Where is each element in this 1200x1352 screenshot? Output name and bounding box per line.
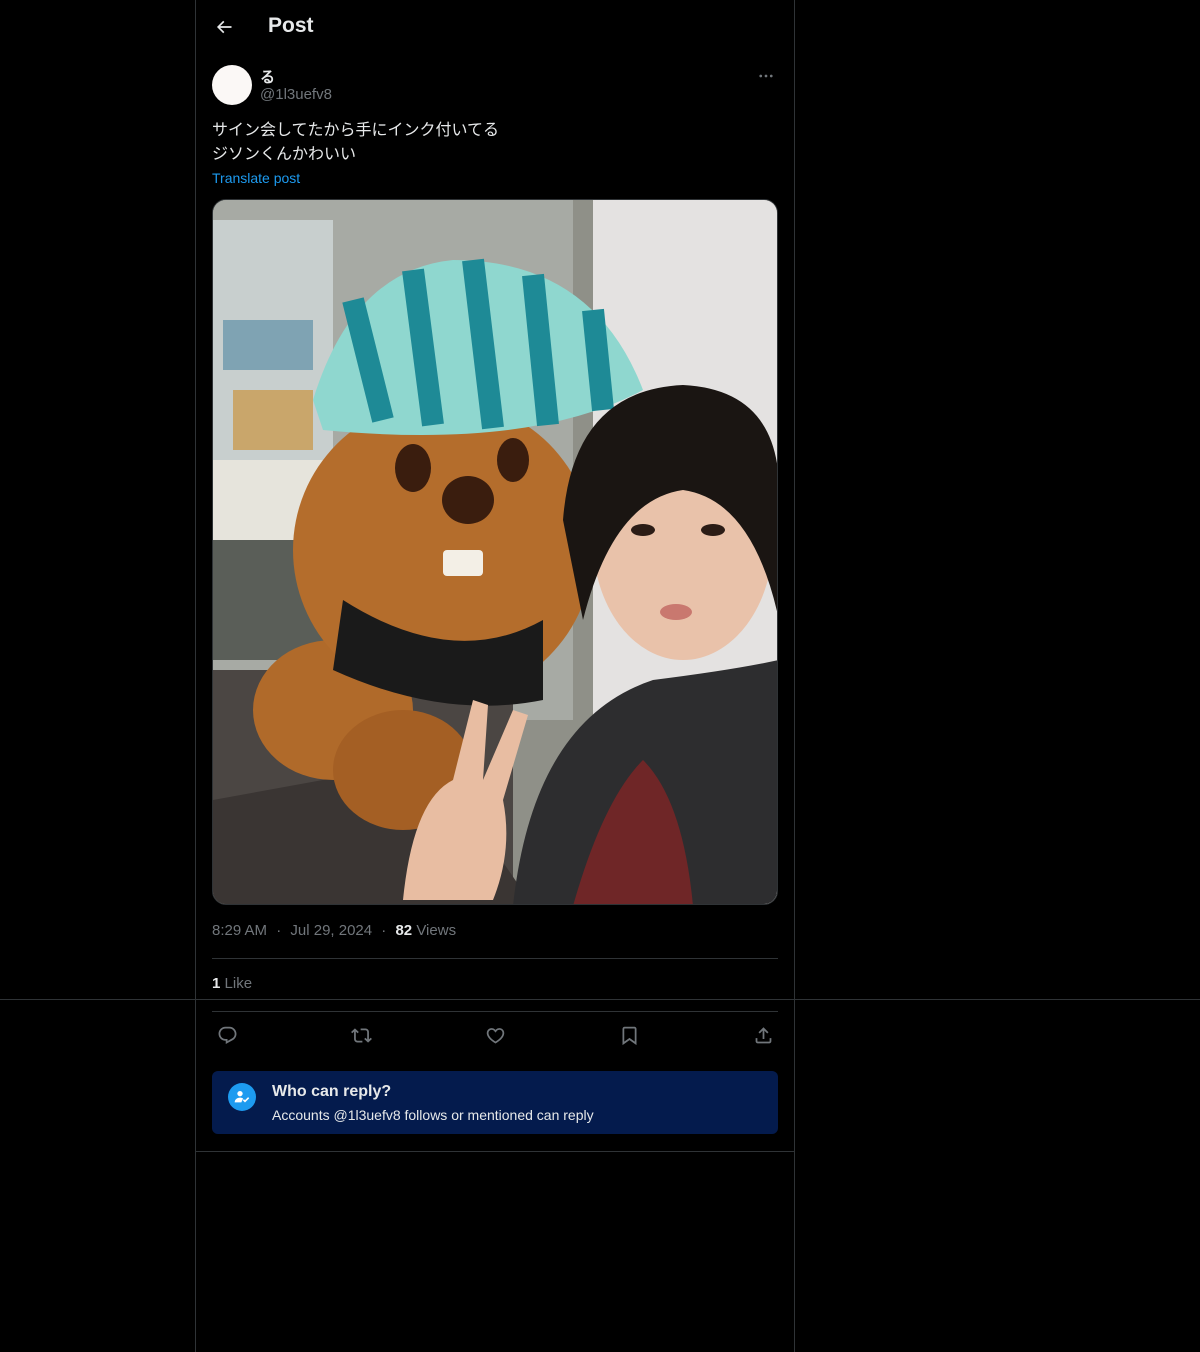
- divider: [212, 1011, 778, 1012]
- user-check-icon: [234, 1091, 250, 1103]
- arrow-left-icon: [216, 20, 232, 34]
- meta-separator: ·: [276, 922, 282, 939]
- meta-separator: ·: [381, 922, 387, 939]
- likes-summary[interactable]: 1 Like: [212, 975, 252, 992]
- like-button[interactable]: [480, 1020, 510, 1050]
- photo-illustration: [213, 200, 777, 904]
- post-meta: 8:29 AM · Jul 29, 2024 · 82 Views: [212, 922, 456, 939]
- reply-button[interactable]: [212, 1020, 242, 1050]
- author-display-name[interactable]: る: [260, 66, 275, 87]
- page-title: Post: [268, 14, 314, 37]
- likes-count: 1: [212, 975, 221, 992]
- more-horizontal-icon: [759, 74, 773, 78]
- heart-icon: [486, 1027, 504, 1044]
- more-options-button[interactable]: [754, 64, 778, 88]
- author-handle[interactable]: @1l3uefv8: [260, 86, 332, 103]
- divider: [196, 1151, 794, 1152]
- reply-restriction-subtitle: Accounts @1l3uefv8 follows or mentioned …: [272, 1107, 594, 1123]
- post-text-line: サイン会してたから手にインク付いてる: [212, 122, 500, 139]
- likes-label: Like: [224, 975, 253, 992]
- reply-restriction-badge: [228, 1083, 256, 1111]
- post-author: る @1l3uefv8: [212, 64, 778, 108]
- primary-column: Post る @1l3uefv8 サイン会してたから手にインク付いてる ジソンく…: [195, 0, 795, 1352]
- post-actions: [212, 1020, 778, 1050]
- translate-post-link[interactable]: Translate post: [212, 170, 300, 186]
- divider: [212, 958, 778, 959]
- bookmark-button[interactable]: [614, 1020, 644, 1050]
- post-text-line: ジソンくんかわいい: [212, 146, 357, 163]
- bookmark-icon: [622, 1026, 636, 1045]
- post-time[interactable]: 8:29 AM: [212, 922, 267, 939]
- post-text: サイン会してたから手にインク付いてる ジソンくんかわいい: [212, 119, 778, 167]
- reply-icon: [218, 1026, 236, 1044]
- reply-restriction-title: Who can reply?: [272, 1083, 392, 1100]
- post-header: Post: [196, 0, 794, 54]
- back-button[interactable]: [208, 11, 240, 43]
- avatar[interactable]: [212, 65, 252, 105]
- post-photo[interactable]: [212, 199, 778, 905]
- who-can-reply-notice: Who can reply? Accounts @1l3uefv8 follow…: [212, 1071, 778, 1134]
- share-icon: [755, 1026, 771, 1043]
- share-button[interactable]: [748, 1020, 778, 1050]
- repost-icon: [350, 1027, 372, 1043]
- post-date[interactable]: Jul 29, 2024: [290, 922, 372, 939]
- views-count: 82: [395, 922, 413, 939]
- views-label: Views: [416, 922, 457, 939]
- repost-button[interactable]: [346, 1020, 376, 1050]
